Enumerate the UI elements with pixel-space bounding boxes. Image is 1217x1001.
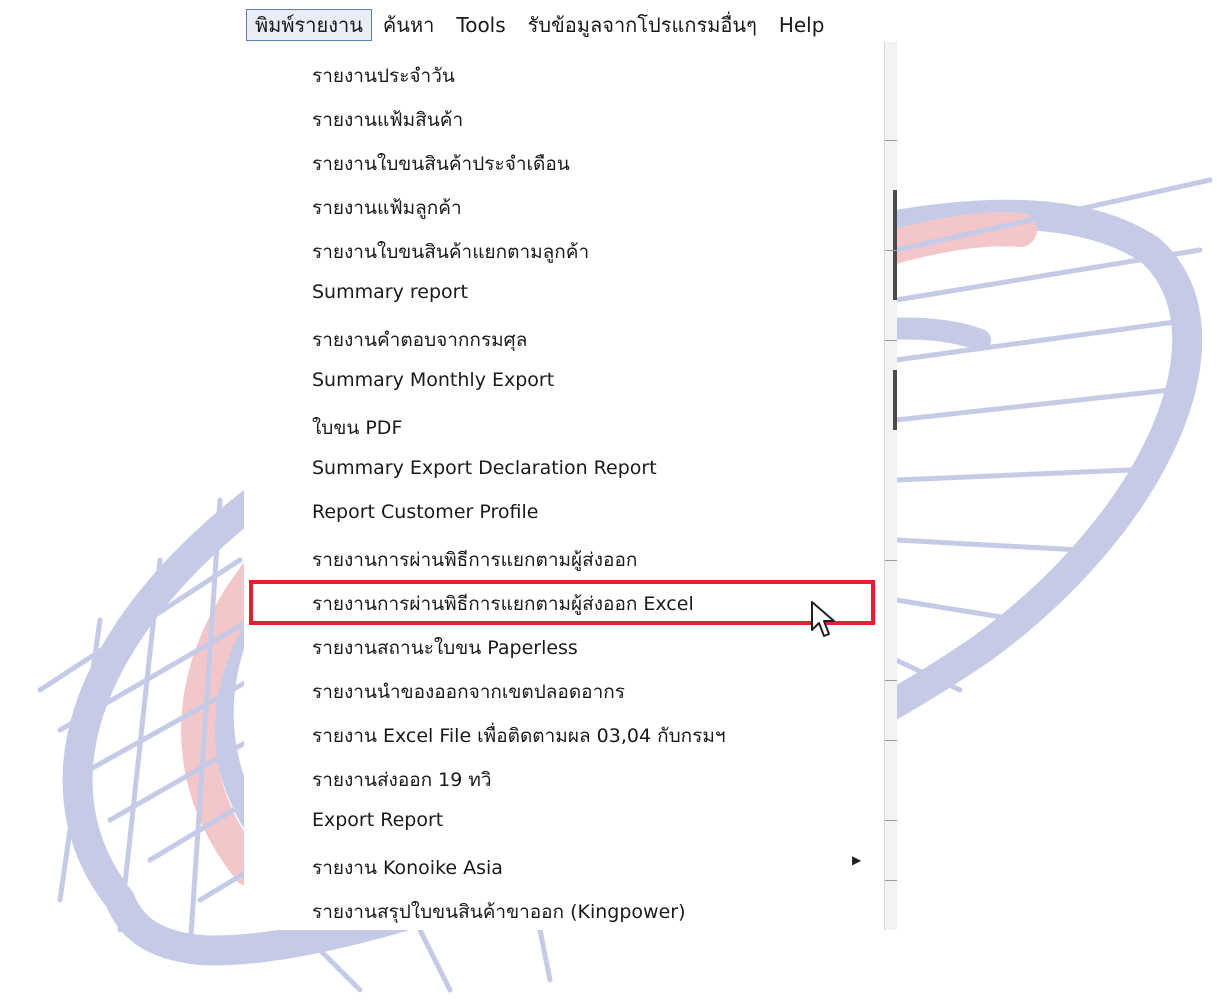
menu-item-customer-file-report[interactable]: รายงานแฟ้มลูกค้า bbox=[244, 184, 884, 228]
background-divider bbox=[885, 740, 897, 741]
menu-item-declaration-by-customer[interactable]: รายงานใบขนสินค้าแยกตามลูกค้า bbox=[244, 228, 884, 272]
report-dropdown-menu: รายงานประจำวัน รายงานแฟ้มสินค้า รายงานใบ… bbox=[244, 42, 884, 930]
menu-item-label: รายงานใบขนสินค้าประจำเดือน bbox=[312, 153, 570, 175]
background-divider bbox=[885, 880, 897, 881]
menu-item-monthly-declaration-report[interactable]: รายงานใบขนสินค้าประจำเดือน bbox=[244, 140, 884, 184]
highlight-annotation bbox=[249, 580, 875, 625]
menu-import-data[interactable]: รับข้อมูลจากโปรแกรมอื่นๆ bbox=[517, 10, 768, 40]
background-scrollbar-segment bbox=[893, 370, 897, 430]
menu-item-label: รายงานใบขนสินค้าแยกตามลูกค้า bbox=[312, 241, 590, 263]
menu-item-label: Summary Monthly Export bbox=[312, 369, 555, 391]
menu-item-label: รายงานนำของออกจากเขตปลอดอากร bbox=[312, 681, 625, 703]
menu-item-free-zone-report[interactable]: รายงานนำของออกจากเขตปลอดอากร bbox=[244, 668, 884, 712]
menu-item-export-19-bis[interactable]: รายงานส่งออก 19 ทวิ bbox=[244, 756, 884, 800]
menu-item-summary-report[interactable]: Summary report bbox=[244, 272, 884, 316]
chevron-right-icon: ▶ bbox=[852, 853, 862, 867]
menu-item-label: ใบขน PDF bbox=[312, 417, 403, 439]
menu-item-label: รายงานคำตอบจากกรมศุล bbox=[312, 329, 528, 351]
background-scrollbar-segment bbox=[893, 190, 897, 300]
menu-search[interactable]: ค้นหา bbox=[372, 10, 445, 40]
background-divider bbox=[885, 340, 897, 341]
menu-item-label: Summary Export Declaration Report bbox=[312, 457, 657, 479]
background-divider bbox=[885, 250, 897, 251]
menu-item-konoike-asia[interactable]: รายงาน Konoike Asia ▶ bbox=[244, 844, 884, 888]
menu-item-label: Summary report bbox=[312, 281, 468, 303]
menu-item-export-report[interactable]: Export Report bbox=[244, 800, 884, 844]
menu-item-customer-profile[interactable]: Report Customer Profile bbox=[244, 492, 884, 536]
menu-item-kingpower-summary[interactable]: รายงานสรุปใบขนสินค้าขาออก (Kingpower) bbox=[244, 888, 884, 932]
background-divider bbox=[885, 560, 897, 561]
background-divider bbox=[885, 820, 897, 821]
menu-item-label: Report Customer Profile bbox=[312, 501, 539, 523]
menu-item-label: รายงานแฟ้มสินค้า bbox=[312, 109, 464, 131]
background-divider bbox=[885, 680, 897, 681]
menu-item-label: Export Report bbox=[312, 809, 444, 831]
background-window-edge bbox=[884, 40, 897, 930]
menu-item-label: รายงานการผ่านพิธีการแยกตามผู้ส่งออก bbox=[312, 549, 638, 571]
menu-item-product-file-report[interactable]: รายงานแฟ้มสินค้า bbox=[244, 96, 884, 140]
menu-item-label: รายงานส่งออก 19 ทวิ bbox=[312, 769, 492, 791]
menu-item-daily-report[interactable]: รายงานประจำวัน bbox=[244, 52, 884, 96]
menu-tools[interactable]: Tools bbox=[445, 10, 516, 40]
menu-item-customs-response-report[interactable]: รายงานคำตอบจากกรมศุล bbox=[244, 316, 884, 360]
menu-item-summary-export-declaration[interactable]: Summary Export Declaration Report bbox=[244, 448, 884, 492]
menu-item-declaration-pdf[interactable]: ใบขน PDF bbox=[244, 404, 884, 448]
menu-item-excel-file-followup[interactable]: รายงาน Excel File เพื่อติดตามผล 03,04 กั… bbox=[244, 712, 884, 756]
menu-item-paperless-status[interactable]: รายงานสถานะใบขน Paperless bbox=[244, 624, 884, 668]
menu-item-label: รายงานประจำวัน bbox=[312, 65, 455, 87]
menu-item-clearance-by-exporter[interactable]: รายงานการผ่านพิธีการแยกตามผู้ส่งออก bbox=[244, 536, 884, 580]
menu-item-label: รายงาน Konoike Asia bbox=[312, 857, 503, 879]
arrow-cursor-icon bbox=[811, 601, 835, 637]
menu-item-summary-monthly-export[interactable]: Summary Monthly Export bbox=[244, 360, 884, 404]
background-divider bbox=[885, 140, 897, 141]
menu-bar: พิมพ์รายงาน ค้นหา Tools รับข้อมูลจากโปรแ… bbox=[244, 8, 896, 42]
menu-item-label: รายงานแฟ้มลูกค้า bbox=[312, 197, 462, 219]
menu-help[interactable]: Help bbox=[768, 10, 836, 40]
menu-print-report[interactable]: พิมพ์รายงาน bbox=[246, 9, 372, 41]
menu-item-label: รายงานสรุปใบขนสินค้าขาออก (Kingpower) bbox=[312, 901, 686, 923]
menu-item-label: รายงาน Excel File เพื่อติดตามผล 03,04 กั… bbox=[312, 725, 726, 747]
menu-item-label: รายงานสถานะใบขน Paperless bbox=[312, 637, 578, 659]
